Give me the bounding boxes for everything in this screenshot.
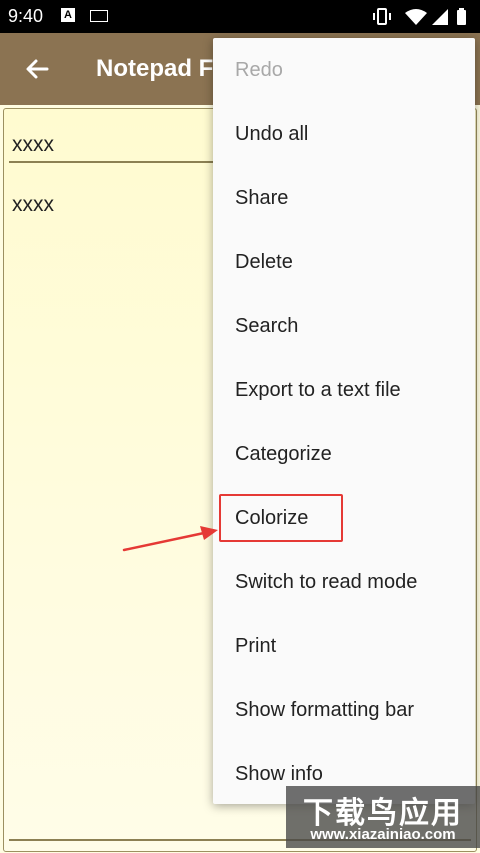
vibrate-icon [373, 8, 391, 25]
menu-item-read-mode[interactable]: Switch to read mode [213, 550, 475, 614]
accessibility-icon: A [61, 8, 75, 22]
pointer-arrow [122, 526, 218, 552]
menu-item-categorize[interactable]: Categorize [213, 422, 475, 486]
battery-icon [457, 8, 466, 25]
menu-item-share[interactable]: Share [213, 166, 475, 230]
menu-item-undo-all[interactable]: Undo all [213, 102, 475, 166]
watermark: 下载鸟应用 www.xiazainiao.com [286, 786, 480, 848]
menu-item-delete[interactable]: Delete [213, 230, 475, 294]
toolbar-title: Notepad F [96, 55, 214, 82]
menu-item-search[interactable]: Search [213, 294, 475, 358]
menu-item-redo: Redo [235, 59, 283, 81]
overflow-menu: Redo Undo all Share Delete Search Export… [213, 38, 475, 804]
status-time: 9:40 [8, 6, 44, 26]
keyboard-icon [90, 10, 108, 22]
status-bar: 9:40 A [0, 0, 480, 33]
note-body-field[interactable]: xxxx [12, 193, 54, 217]
note-title-field[interactable]: xxxx [12, 133, 54, 157]
wifi-icon [405, 9, 427, 25]
status-icons [373, 8, 466, 25]
menu-item-print[interactable]: Print [213, 614, 475, 678]
back-arrow-icon[interactable] [23, 55, 51, 83]
menu-item-formatting-bar[interactable]: Show formatting bar [213, 678, 475, 742]
signal-icon [432, 9, 448, 25]
highlight-box [219, 494, 343, 542]
menu-item-export[interactable]: Export to a text file [213, 358, 475, 422]
watermark-url: www.xiazainiao.com [310, 826, 456, 843]
